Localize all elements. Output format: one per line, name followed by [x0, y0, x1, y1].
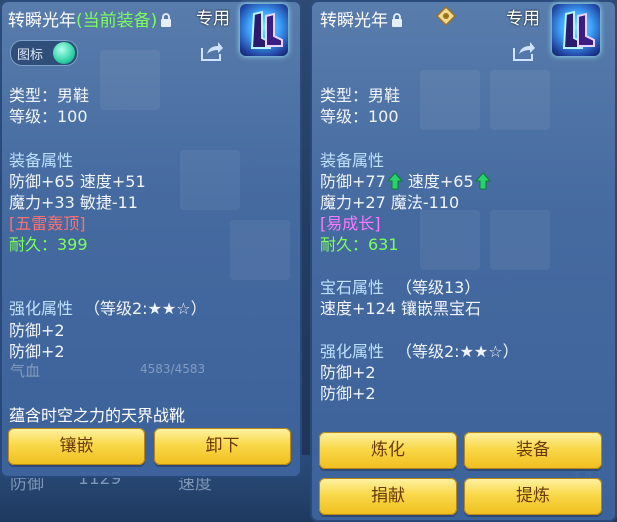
durability: 耐久：631: [320, 235, 399, 254]
ghost-slot: [230, 220, 290, 280]
item-name: 转瞬光年: [320, 11, 388, 31]
item-description: 蕴含时空之力的天界战靴: [9, 406, 186, 425]
exclusive-label: 专用: [196, 9, 230, 29]
level-line: 等级：100: [9, 107, 88, 126]
enhance-line-2: 防御+2: [9, 342, 65, 361]
enhance-level: （等级2:★★☆）: [396, 342, 519, 361]
current-equipped-tag: (当前装备): [76, 11, 158, 31]
bg-hp-label: 气血: [10, 362, 41, 380]
bg-hp-value: 4583/4583: [140, 362, 206, 376]
unequip-button[interactable]: 卸下: [154, 428, 291, 465]
refine-button[interactable]: 炼化: [319, 432, 457, 469]
ghost-slot: [490, 210, 550, 270]
enhance-header: 强化属性: [9, 299, 74, 318]
ghost-slot: [180, 150, 240, 210]
extract-button[interactable]: 提炼: [464, 478, 602, 515]
ghost-slot: [420, 70, 480, 130]
item-title: 转瞬光年(当前装备): [8, 6, 172, 33]
lock-icon: [160, 13, 172, 33]
icon-toggle[interactable]: 图标: [10, 40, 78, 66]
enhance-level: （等级2:★★☆）: [84, 299, 207, 318]
ghost-slot: [100, 50, 160, 110]
ghost-slot: [420, 210, 480, 270]
compare-equipment-panel: 转瞬光年 专用 类型：男鞋 等级：100 装备属性 防御+77 速度+65 魔力…: [310, 0, 617, 522]
inlay-button[interactable]: 镶嵌: [8, 428, 145, 465]
level-line: 等级：100: [320, 107, 399, 126]
toggle-knob: [53, 42, 75, 64]
equip-button[interactable]: 装备: [464, 432, 602, 469]
ghost-slot: [490, 70, 550, 130]
donate-button[interactable]: 捐献: [319, 478, 457, 515]
lock-icon: [391, 13, 403, 33]
share-icon[interactable]: [200, 40, 224, 62]
rune-icon: [435, 5, 457, 27]
exclusive-label: 专用: [506, 9, 540, 29]
gem-line: 速度+124 镶嵌黑宝石: [320, 299, 482, 318]
up-arrow-icon: [474, 172, 491, 194]
item-title: 转瞬光年: [320, 6, 403, 33]
current-equipment-panel: 气血 4583/4583 转瞬光年(当前装备) 专用 图标 类型：男鞋 等级：1…: [0, 0, 302, 478]
icon-toggle-label: 图标: [17, 48, 44, 63]
boots-item-icon[interactable]: [552, 4, 600, 56]
item-name: 转瞬光年: [8, 11, 76, 31]
durability: 耐久：399: [9, 235, 88, 254]
boots-item-icon[interactable]: [240, 4, 288, 56]
share-icon[interactable]: [512, 40, 536, 62]
enhance-line-2: 防御+2: [320, 384, 376, 403]
